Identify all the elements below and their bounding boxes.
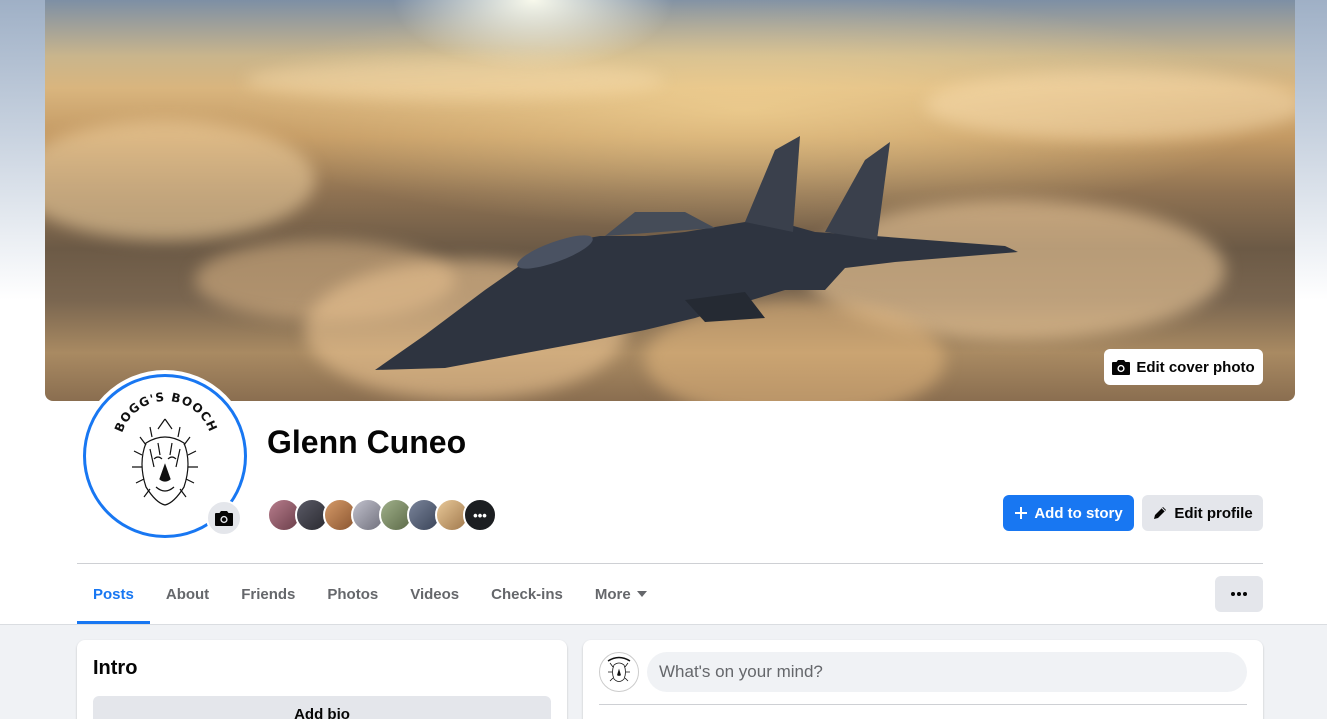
camera-icon: [215, 511, 233, 526]
edit-cover-photo-button[interactable]: Edit cover photo: [1104, 349, 1263, 385]
friends-avatar-row[interactable]: •••: [267, 498, 497, 532]
edit-profile-button[interactable]: Edit profile: [1142, 495, 1263, 531]
edit-cover-photo-label: Edit cover photo: [1136, 358, 1255, 376]
header-bottom-border: [0, 624, 1327, 625]
tab-about[interactable]: About: [150, 564, 225, 624]
tab-label: About: [165, 585, 210, 603]
tab-label: More: [594, 585, 631, 603]
more-friends-avatar[interactable]: •••: [463, 498, 497, 532]
lion-logo-thumbnail: [607, 656, 631, 682]
whats-on-your-mind-input[interactable]: What's on your mind?: [647, 652, 1247, 692]
post-composer-card: What's on your mind?: [583, 640, 1263, 719]
plus-icon: [1015, 507, 1028, 519]
tab-posts[interactable]: Posts: [77, 564, 150, 624]
add-to-story-label: Add to story: [1034, 504, 1123, 522]
cover-photo[interactable]: Edit cover photo: [45, 0, 1295, 401]
svg-text:BOGG'S BOOCH: BOGG'S BOOCH: [112, 390, 220, 434]
intro-title: Intro: [93, 657, 138, 679]
intro-card: Intro Add bio: [77, 640, 567, 719]
profile-options-button[interactable]: [1215, 576, 1263, 612]
fighter-jet-image: [375, 136, 1018, 370]
add-to-story-button[interactable]: Add to story: [1003, 495, 1134, 531]
pencil-icon: [1154, 507, 1167, 519]
add-bio-button[interactable]: Add bio: [93, 696, 551, 719]
tab-label: Videos: [410, 585, 460, 603]
caret-down-icon: [636, 591, 647, 597]
profile-name: Glenn Cuneo: [267, 424, 467, 460]
ellipsis-icon: [1231, 592, 1247, 596]
update-profile-picture-button[interactable]: [206, 500, 242, 536]
tab-label: Friends: [241, 585, 296, 603]
edit-profile-label: Edit profile: [1174, 504, 1253, 522]
camera-icon: [1112, 360, 1131, 375]
logo-text: BOGG'S BOOCH: [112, 390, 219, 434]
tab-friends[interactable]: Friends: [225, 564, 311, 624]
tab-label: Photos: [327, 585, 379, 603]
tab-check-ins[interactable]: Check-ins: [475, 564, 579, 624]
tab-photos[interactable]: Photos: [311, 564, 394, 624]
tab-label: Posts: [93, 585, 134, 603]
profile-tabs: Posts About Friends Photos Videos Check-…: [77, 564, 663, 624]
composer-avatar[interactable]: [599, 652, 639, 692]
composer-divider: [599, 704, 1247, 705]
tab-more[interactable]: More: [579, 564, 663, 624]
tab-label: Check-ins: [491, 585, 563, 603]
tab-videos[interactable]: Videos: [394, 564, 475, 624]
